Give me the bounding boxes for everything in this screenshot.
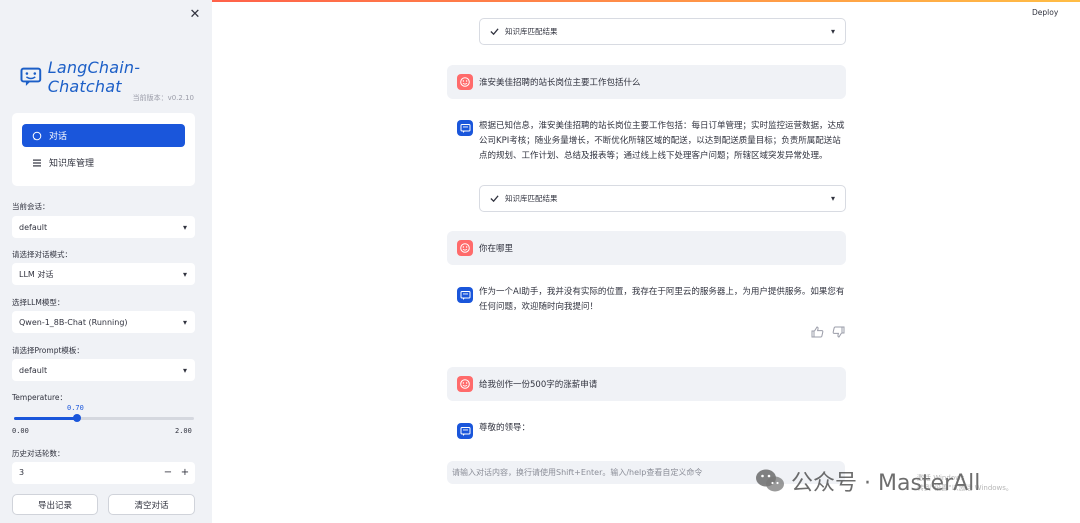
prompt-select[interactable]: default ▾ xyxy=(12,359,195,381)
slider-thumb[interactable] xyxy=(73,414,81,422)
windows-activation-watermark: 激活 Windows 转到"设置"以激活 Windows。 xyxy=(917,473,1013,493)
temperature-label: Temperature： xyxy=(12,393,68,402)
kb-result-expander[interactable]: 知识库匹配结果 ▾ xyxy=(479,18,846,45)
app-logo: LangChain-Chatchat xyxy=(20,58,212,96)
clear-chat-button[interactable]: 清空对话 xyxy=(108,494,195,515)
temperature-slider[interactable] xyxy=(14,414,194,422)
history-stepper: 3 − + xyxy=(12,462,195,484)
chevron-down-icon: ▾ xyxy=(182,365,187,375)
message-text: 给我创作一份500字的涨薪申请 xyxy=(479,380,598,390)
history-value[interactable]: 3 xyxy=(19,468,24,477)
thumbs-down-icon[interactable] xyxy=(832,326,845,338)
slider-fill xyxy=(14,417,77,420)
session-select[interactable]: default ▾ xyxy=(12,216,195,238)
mode-label: 请选择对话模式： xyxy=(12,250,72,259)
check-icon xyxy=(490,28,499,36)
prompt-value: default xyxy=(19,365,48,375)
chat-logo-icon xyxy=(20,67,42,86)
history-label: 历史对话轮数： xyxy=(12,449,65,458)
deploy-button[interactable]: Deploy xyxy=(1032,8,1058,17)
nav-item-chat[interactable]: 对话 xyxy=(22,124,185,147)
close-sidebar-button[interactable]: ✕ xyxy=(186,6,204,24)
chevron-down-icon: ▾ xyxy=(830,194,835,203)
temperature-min: 0.00 xyxy=(12,427,29,435)
nav-item-label: 对话 xyxy=(49,132,68,142)
mode-value: LLM 对话 xyxy=(19,269,54,279)
session-label: 当前会话： xyxy=(12,202,50,211)
user-avatar-icon xyxy=(457,376,473,392)
assistant-message: 根据已知信息，淮安美佳招聘的站长岗位主要工作包括：每日订单管理；实时监控运营数据… xyxy=(479,121,845,161)
sidebar: ✕ LangChain-Chatchat 当前版本：v0.2.10 对话 知识库… xyxy=(0,0,212,523)
nav-menu: 对话 知识库管理 xyxy=(12,113,195,186)
user-avatar-icon xyxy=(457,240,473,256)
assistant-message: 尊敬的领导： xyxy=(479,423,531,433)
user-message: 你在哪里 xyxy=(447,231,846,265)
nav-item-knowledge-base[interactable]: 知识库管理 xyxy=(22,151,185,174)
kb-result-label: 知识库匹配结果 xyxy=(505,27,558,36)
user-avatar-icon xyxy=(457,74,473,90)
assistant-avatar-icon xyxy=(457,287,473,303)
increment-button[interactable]: + xyxy=(178,465,192,481)
windows-activation-line1: 激活 Windows xyxy=(917,474,965,482)
session-value: default xyxy=(19,222,48,232)
model-select[interactable]: Qwen-1_8B-Chat (Running) ▾ xyxy=(12,311,195,333)
list-icon xyxy=(33,159,41,166)
user-message: 给我创作一份500字的涨薪申请 xyxy=(447,367,846,401)
chevron-down-icon: ▾ xyxy=(182,317,187,327)
assistant-avatar-icon xyxy=(457,120,473,136)
temperature-value: 0.70 xyxy=(67,404,84,412)
export-button[interactable]: 导出记录 xyxy=(12,494,98,515)
nav-item-label: 知识库管理 xyxy=(49,159,95,169)
chevron-down-icon: ▾ xyxy=(182,269,187,279)
chat-bubble-icon xyxy=(32,131,42,140)
chevron-down-icon: ▾ xyxy=(182,222,187,232)
wechat-logo-icon xyxy=(756,469,784,492)
kb-result-expander[interactable]: 知识库匹配结果 ▾ xyxy=(479,185,846,212)
prompt-label: 请选择Prompt模板： xyxy=(12,346,84,355)
feedback-buttons xyxy=(811,326,845,338)
mode-select[interactable]: LLM 对话 ▾ xyxy=(12,263,195,285)
kb-result-label: 知识库匹配结果 xyxy=(505,194,558,203)
chevron-down-icon: ▾ xyxy=(830,27,835,36)
decrement-button[interactable]: − xyxy=(161,465,175,481)
app-name: LangChain-Chatchat xyxy=(47,58,141,96)
thumbs-up-icon[interactable] xyxy=(811,326,824,338)
model-value: Qwen-1_8B-Chat (Running) xyxy=(19,317,128,327)
message-text: 你在哪里 xyxy=(479,244,514,254)
temperature-max: 2.00 xyxy=(175,427,192,435)
message-text: 淮安美佳招聘的站长岗位主要工作包括什么 xyxy=(479,78,641,88)
assistant-avatar-icon xyxy=(457,423,473,439)
model-label: 选择LLM模型： xyxy=(12,298,65,307)
windows-activation-line2: 转到"设置"以激活 Windows。 xyxy=(917,484,1013,492)
assistant-message: 作为一个AI助手，我并没有实际的位置，我存在于阿里云的服务器上，为用户提供服务。… xyxy=(479,287,845,312)
version-text: 当前版本：v0.2.10 xyxy=(132,94,194,102)
check-icon xyxy=(490,195,499,203)
user-message: 淮安美佳招聘的站长岗位主要工作包括什么 xyxy=(447,65,846,99)
